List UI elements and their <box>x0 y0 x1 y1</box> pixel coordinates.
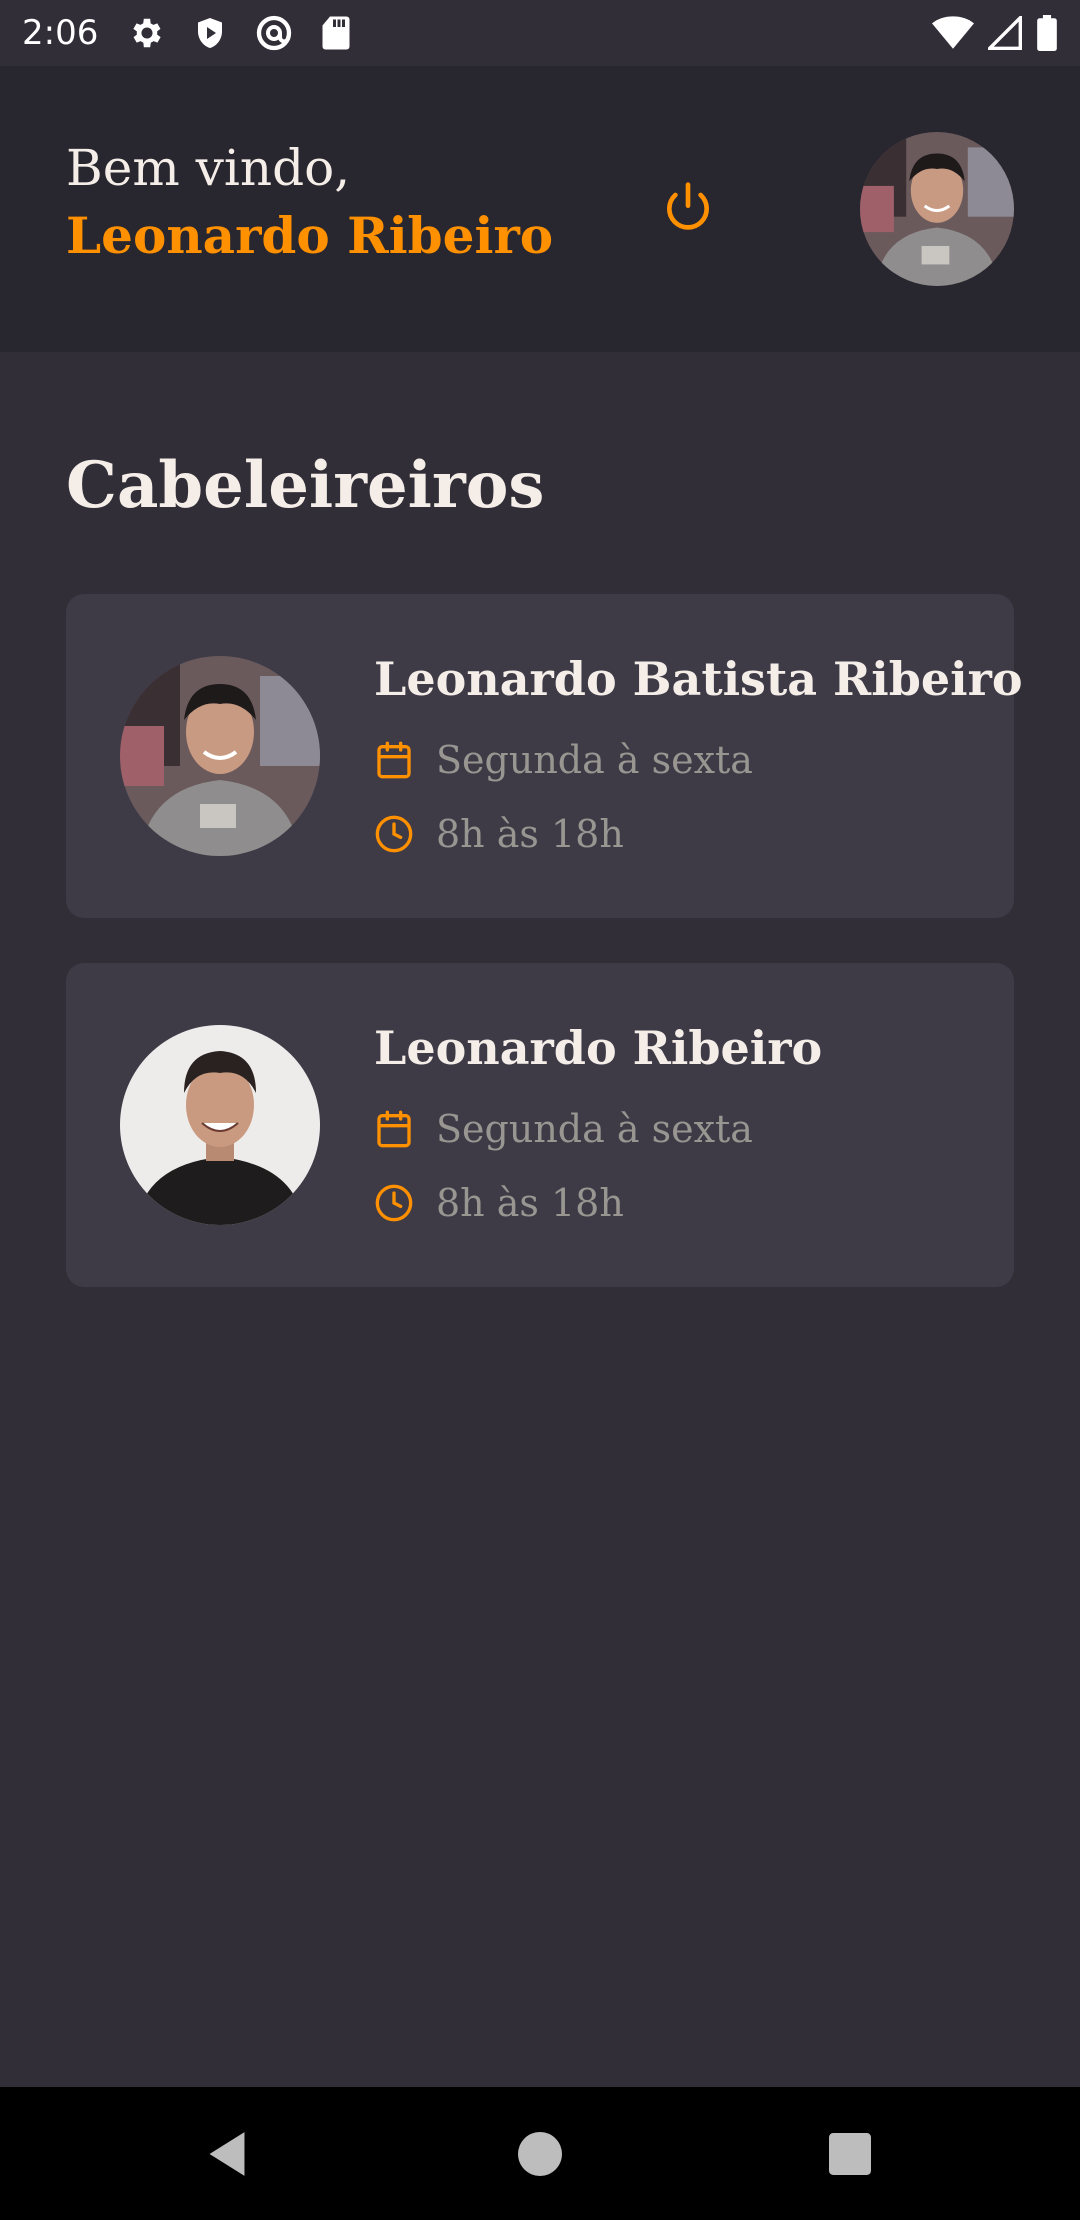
back-icon <box>209 2132 245 2176</box>
provider-photo <box>120 1025 320 1225</box>
provider-days: Segunda à sexta <box>374 738 753 782</box>
provider-hours: 8h às 18h <box>374 1181 624 1225</box>
greeting: Bem vindo, Leonardo Ribeiro <box>66 138 553 266</box>
user-name: Leonardo Ribeiro <box>66 206 554 265</box>
settings-gear-icon <box>128 14 166 52</box>
provider-hours-text: 8h às 18h <box>436 812 624 856</box>
provider-name: Leonardo Ribeiro <box>374 1021 823 1075</box>
status-time: 2:06 <box>22 13 99 53</box>
system-nav-bar <box>0 2087 1080 2220</box>
provider-avatar <box>120 1025 320 1225</box>
provider-avatar <box>120 656 320 856</box>
calendar-icon <box>377 1110 411 1148</box>
status-system-icons <box>932 15 1058 51</box>
clock-icon <box>375 815 413 853</box>
status-bar: 2:06 <box>0 0 1080 66</box>
provider-card[interactable]: Leonardo Ribeiro Segunda à sexta 8h às 1… <box>66 963 1014 1287</box>
provider-hours: 8h às 18h <box>374 812 624 856</box>
user-avatar[interactable] <box>860 132 1014 286</box>
section-title: Cabeleireiros <box>66 448 545 523</box>
status-notification-icons <box>128 13 352 53</box>
app-screen: 2:06 Bem vindo, Leonardo Ribeiro Cabelei… <box>0 0 1080 2220</box>
greeting-label: Bem vindo, <box>66 139 351 197</box>
wifi-icon <box>932 15 974 51</box>
provider-name: Leonardo Batista Ribeiro <box>374 652 1023 706</box>
logout-button[interactable] <box>660 180 716 236</box>
profile-photo <box>860 132 1014 286</box>
sd-card-icon <box>320 15 352 51</box>
recents-button[interactable] <box>817 2121 883 2187</box>
provider-days: Segunda à sexta <box>374 1107 753 1151</box>
recents-icon <box>829 2133 871 2175</box>
calendar-icon <box>377 741 411 779</box>
provider-days-text: Segunda à sexta <box>436 1107 753 1151</box>
provider-card[interactable]: Leonardo Batista Ribeiro Segunda à sexta… <box>66 594 1023 918</box>
shield-icon <box>192 14 228 52</box>
battery-icon <box>1036 15 1058 51</box>
home-button[interactable] <box>507 2121 573 2187</box>
at-sign-icon <box>254 13 294 53</box>
clock-icon <box>375 1184 413 1222</box>
power-icon <box>667 182 709 230</box>
app-header: Bem vindo, Leonardo Ribeiro <box>0 66 1080 352</box>
cellular-signal-icon <box>988 16 1022 50</box>
back-button[interactable] <box>194 2121 260 2187</box>
home-icon <box>518 2132 562 2176</box>
provider-photo <box>120 656 320 856</box>
provider-hours-text: 8h às 18h <box>436 1181 624 1225</box>
provider-days-text: Segunda à sexta <box>436 738 753 782</box>
